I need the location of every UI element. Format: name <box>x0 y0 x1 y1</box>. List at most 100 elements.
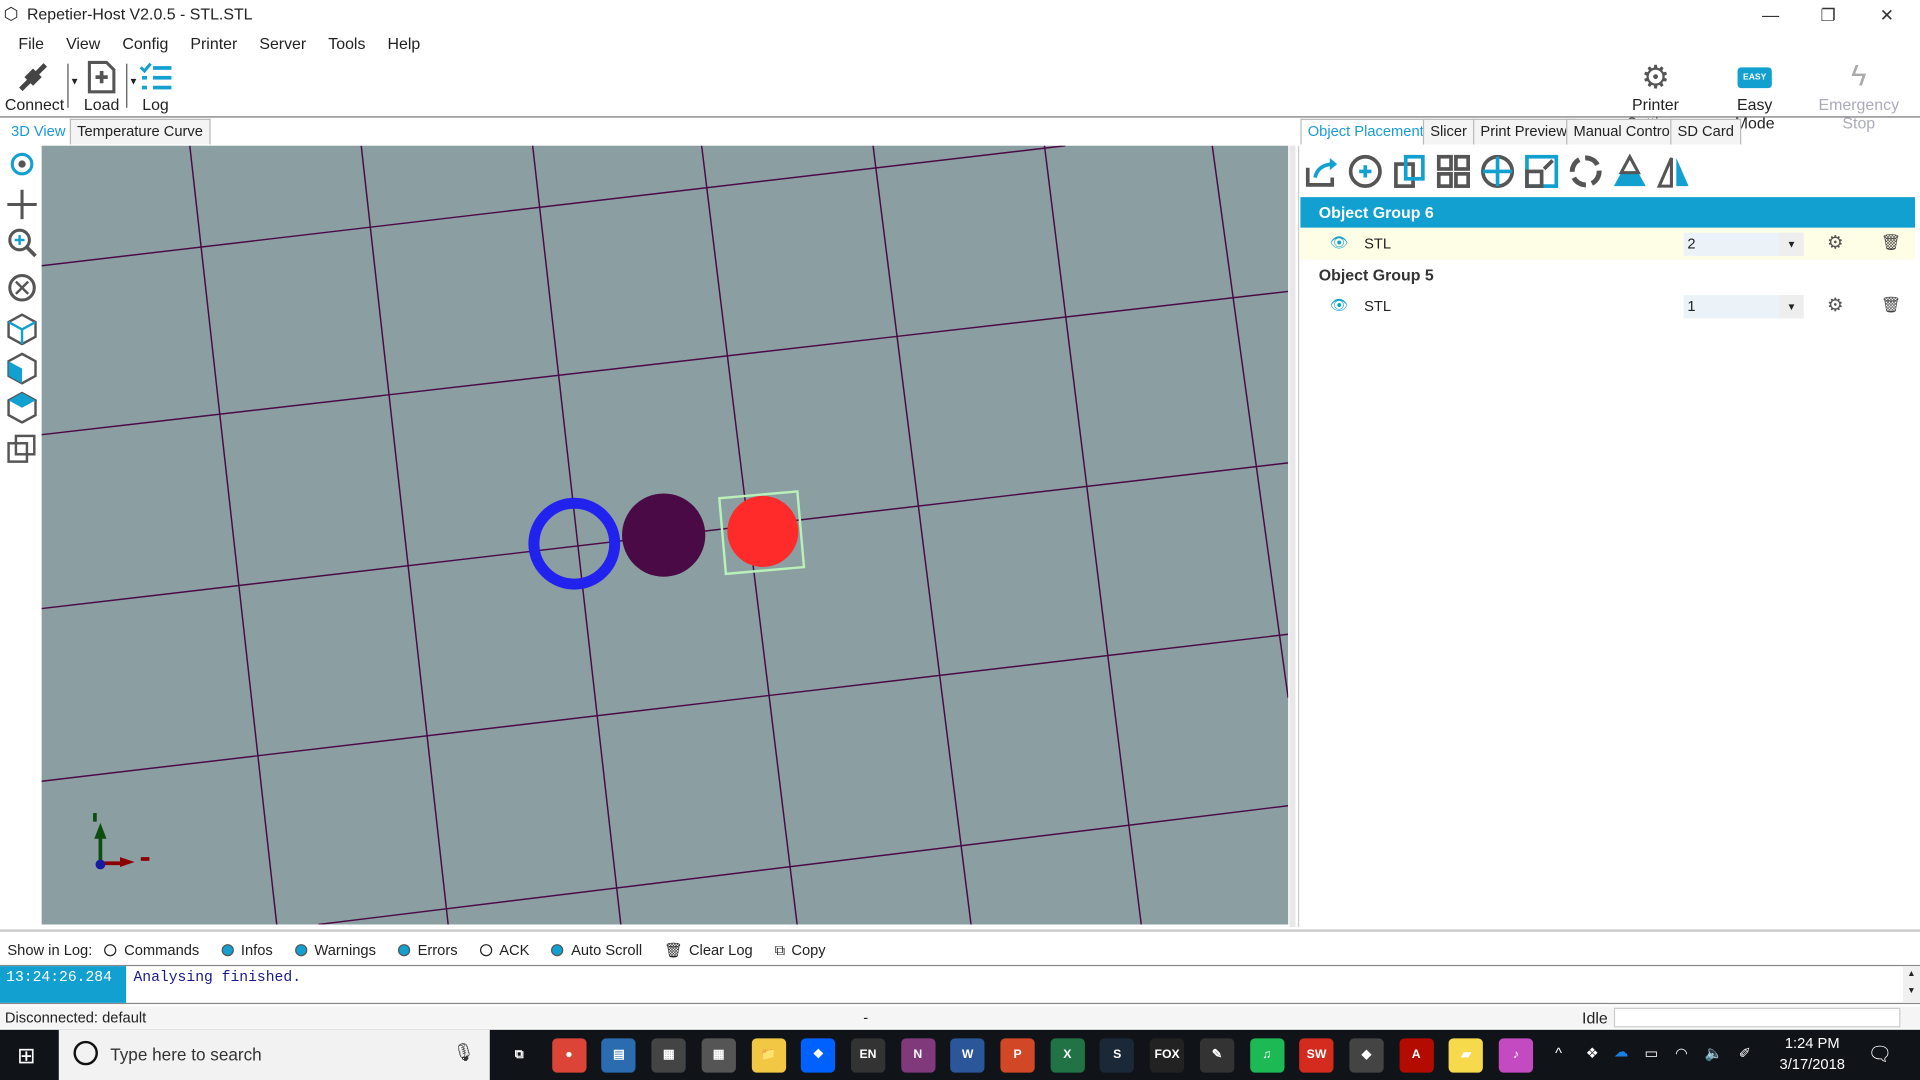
fox-sports-go-icon[interactable]: FOX <box>1149 1038 1185 1073</box>
center-object-icon[interactable] <box>1479 153 1516 190</box>
trash-icon[interactable]: 🗑 <box>1881 233 1901 253</box>
task-view-icon[interactable]: ⧉ <box>502 1038 537 1073</box>
tab-sd-card[interactable]: SD Card <box>1670 118 1742 145</box>
chrome-icon[interactable]: ● <box>551 1038 587 1073</box>
load-button[interactable]: Load <box>81 59 123 114</box>
tab-print-preview[interactable]: Print Preview <box>1473 118 1575 145</box>
object-group-header[interactable]: Object Group 5 <box>1300 260 1915 291</box>
app-icon[interactable]: ▤ <box>601 1038 636 1073</box>
language-icon[interactable]: EN <box>850 1038 886 1073</box>
word-icon[interactable]: W <box>950 1038 985 1073</box>
connect-button[interactable]: Connect <box>5 59 64 114</box>
zoom-icon[interactable] <box>5 225 39 259</box>
filter-warnings[interactable]: Warnings <box>294 942 376 959</box>
menu-view[interactable]: View <box>55 33 111 54</box>
menu-printer[interactable]: Printer <box>179 33 248 54</box>
fit-view-icon[interactable] <box>5 271 39 305</box>
tab-temperature-curve[interactable]: Temperature Curve <box>69 118 211 145</box>
log-button[interactable]: Log <box>137 59 174 114</box>
spotify-icon[interactable]: ♫ <box>1249 1038 1284 1073</box>
sticky-notes-icon[interactable]: ▰ <box>1448 1038 1484 1073</box>
copy-button[interactable]: ⧉ Copy <box>775 941 826 959</box>
acrobat-icon[interactable]: A <box>1399 1038 1434 1073</box>
repetier-icon[interactable]: ◆ <box>1349 1038 1384 1073</box>
volume-icon[interactable]: 🔈 <box>1704 1044 1722 1061</box>
tab-object-placement[interactable]: Object Placement <box>1300 118 1432 145</box>
chevron-down-icon[interactable]: ▼ <box>1779 295 1804 319</box>
onenote-icon[interactable]: N <box>900 1038 936 1073</box>
calculator-icon[interactable]: ▦ <box>701 1038 736 1073</box>
settings-icon[interactable]: ⚙ <box>1827 294 1843 316</box>
filter-infos[interactable]: Infos <box>221 942 273 959</box>
parallel-view-icon[interactable] <box>5 432 39 466</box>
steam-icon[interactable]: S <box>1100 1038 1135 1073</box>
minimize-button[interactable]: — <box>1742 0 1798 29</box>
radio-indicator[interactable] <box>551 944 564 957</box>
restore-button[interactable]: ❐ <box>1800 0 1856 29</box>
wifi-icon[interactable]: ◠ <box>1675 1044 1688 1061</box>
add-object-icon[interactable] <box>1347 153 1384 190</box>
radio-indicator[interactable] <box>104 944 117 957</box>
selected-disc-object[interactable] <box>717 490 806 576</box>
disc-object[interactable] <box>622 493 706 577</box>
object-row[interactable]: 👁 STL 2 ▼ ⚙ 🗑 <box>1300 227 1916 260</box>
auto-scroll-toggle[interactable]: Auto Scroll <box>551 942 642 959</box>
chevron-up-icon[interactable]: ^ <box>1555 1044 1562 1061</box>
copies-select[interactable]: 2 ▼ <box>1683 232 1804 256</box>
radio-indicator[interactable] <box>221 944 234 957</box>
menu-tools[interactable]: Tools <box>317 33 376 54</box>
tab-manual-control[interactable]: Manual Control <box>1566 118 1681 145</box>
menu-config[interactable]: Config <box>111 33 179 54</box>
front-view-icon[interactable] <box>5 350 39 385</box>
copy-objects-icon[interactable] <box>1391 153 1428 190</box>
emergency-stop-button[interactable]: ϟ Emergency Stop <box>1800 59 1918 132</box>
iso-view-icon[interactable] <box>5 311 39 346</box>
powerpoint-icon[interactable]: P <box>1000 1038 1035 1073</box>
pen-icon[interactable]: ✐ <box>1739 1044 1751 1061</box>
pencil-icon[interactable]: ✎ <box>1199 1038 1235 1073</box>
eye-icon[interactable]: 👁 <box>1330 234 1349 251</box>
filter-errors[interactable]: Errors <box>397 942 458 959</box>
log-scrollbar[interactable]: ▲ ▼ <box>1902 966 1920 1003</box>
itunes-icon[interactable]: ♪ <box>1498 1038 1534 1073</box>
radio-indicator[interactable] <box>397 944 411 957</box>
radio-indicator[interactable] <box>294 944 308 957</box>
menu-server[interactable]: Server <box>248 33 317 54</box>
eye-icon[interactable]: 👁 <box>1330 296 1349 313</box>
notifications-icon[interactable]: 🗨 <box>1867 1042 1892 1066</box>
file-explorer-icon[interactable]: 📁 <box>751 1038 786 1073</box>
splitter[interactable] <box>0 929 1920 932</box>
calendar-icon[interactable]: ▦ <box>651 1038 686 1073</box>
radio-indicator[interactable] <box>479 944 492 957</box>
splitter[interactable] <box>1289 145 1296 927</box>
excel-icon[interactable]: X <box>1050 1038 1085 1073</box>
windows-start-icon[interactable]: ⊞ <box>17 1043 35 1069</box>
menu-help[interactable]: Help <box>376 33 431 54</box>
battery-icon[interactable]: ▭ <box>1644 1044 1658 1061</box>
log-list[interactable]: 13:24:26.284 Analysing finished. ▲ ▼ <box>0 964 1920 1005</box>
chevron-down-icon[interactable]: ▼ <box>1779 232 1804 256</box>
export-icon[interactable] <box>1303 153 1340 190</box>
trash-icon[interactable]: 🗑 <box>1881 295 1901 315</box>
search-box[interactable]: Type here to search 🎙 <box>58 1029 490 1080</box>
solidworks-icon[interactable]: SW <box>1299 1038 1334 1073</box>
microphone-icon[interactable]: 🎙 <box>453 1042 475 1063</box>
connect-dropdown[interactable]: ▼ <box>70 76 80 87</box>
filter-ack[interactable]: ACK <box>479 942 529 959</box>
dropbox-icon[interactable]: ❖ <box>801 1038 836 1073</box>
filter-commands[interactable]: Commands <box>104 942 199 959</box>
copies-select[interactable]: 1 ▼ <box>1683 295 1804 319</box>
rotate-view-icon[interactable] <box>5 149 39 183</box>
settings-icon[interactable]: ⚙ <box>1827 231 1843 254</box>
tab-slicer[interactable]: Slicer <box>1422 118 1475 145</box>
autoposition-icon[interactable] <box>1435 153 1472 190</box>
mirror-icon[interactable] <box>1656 153 1693 190</box>
3d-viewport[interactable] <box>41 144 1289 926</box>
dropbox-tray-icon[interactable]: ❖ <box>1586 1044 1599 1061</box>
cut-icon[interactable] <box>1611 153 1648 190</box>
object-row[interactable]: 👁 STL 1 ▼ ⚙ 🗑 <box>1300 290 1915 322</box>
object-group-header[interactable]: Object Group 6 <box>1300 197 1916 228</box>
menu-file[interactable]: File <box>7 33 55 54</box>
tab-3d-view[interactable]: 3D View <box>3 118 73 145</box>
move-view-icon[interactable] <box>5 187 39 221</box>
